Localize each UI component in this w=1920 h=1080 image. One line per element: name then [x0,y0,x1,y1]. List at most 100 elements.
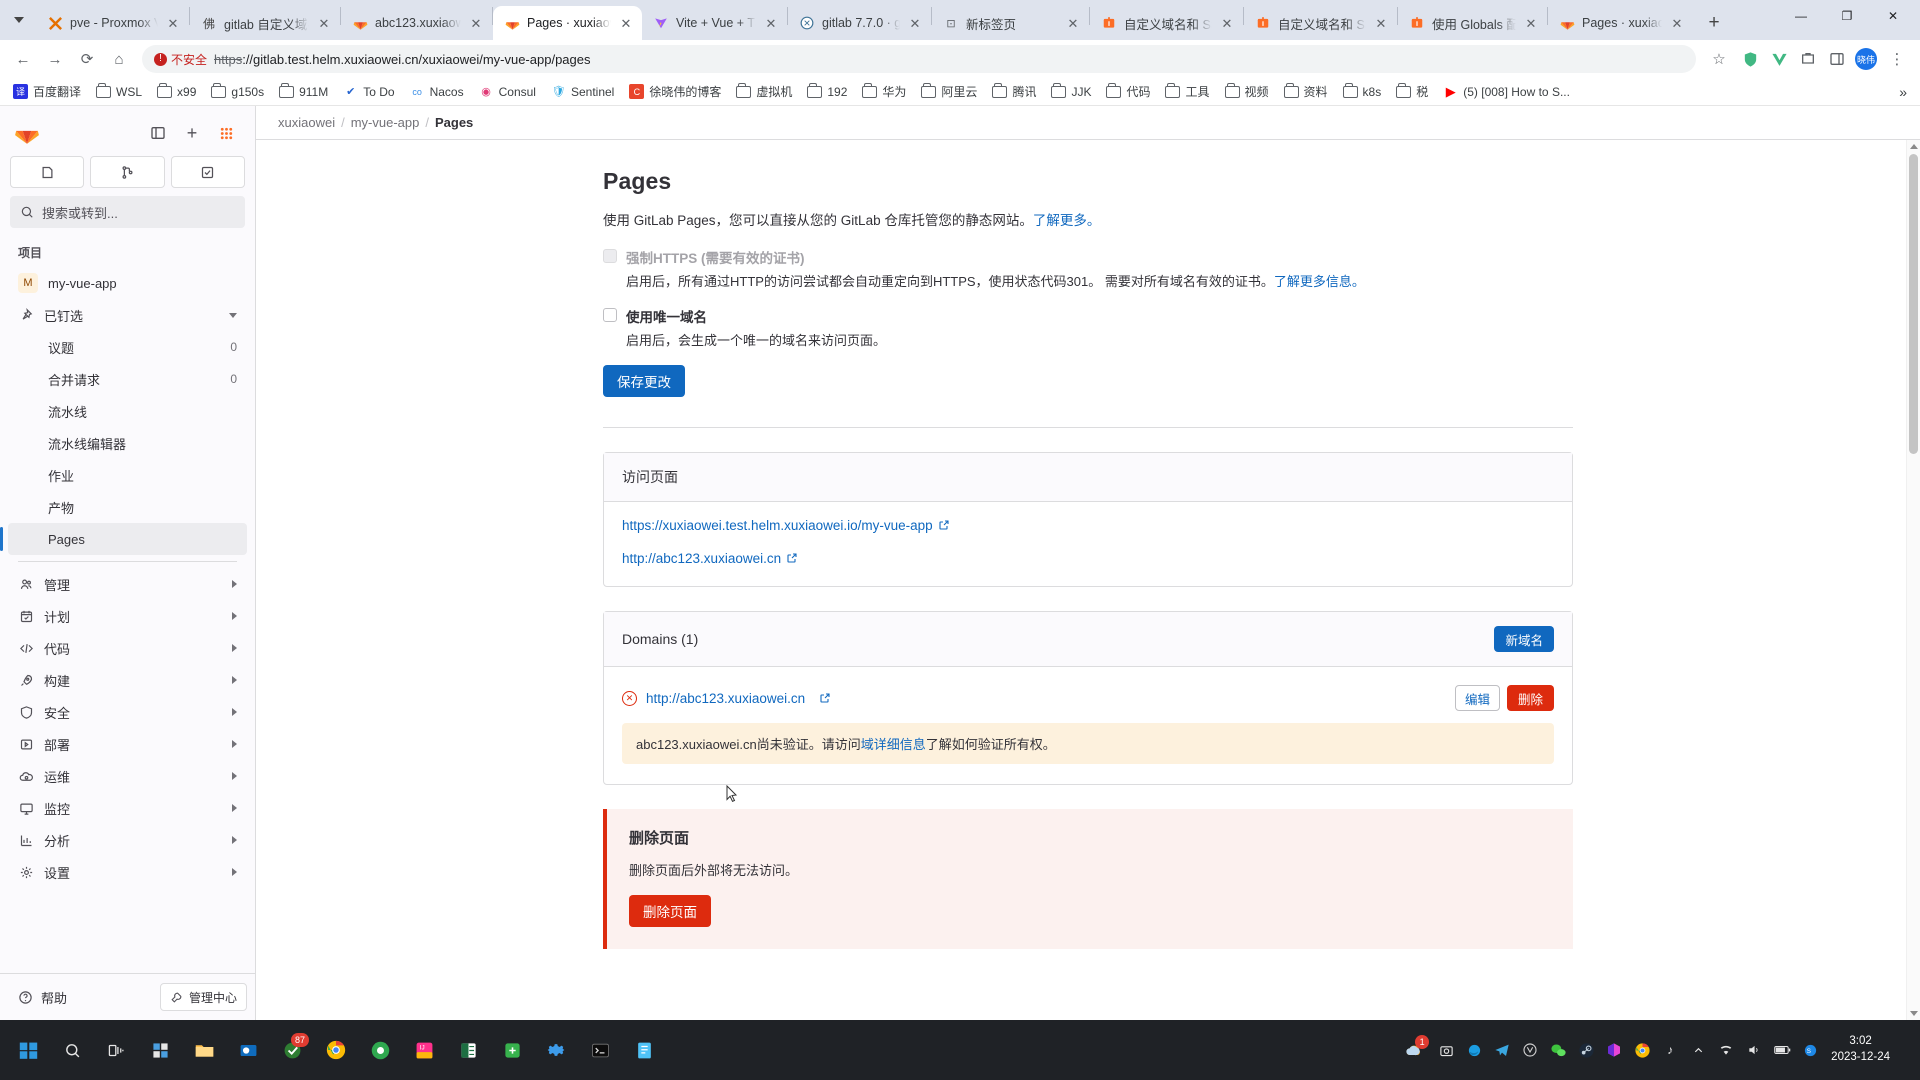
gitlab-logo[interactable] [14,120,40,146]
learn-more-link[interactable]: 了解更多。 [1033,213,1101,228]
bookmark-item[interactable]: g150s [204,81,271,102]
bookmark-item[interactable]: 资料 [1277,80,1335,103]
help-button[interactable]: 帮助 [8,982,77,1012]
sidebar-item-operations[interactable]: 运维 [8,760,247,792]
sidebar-item-jobs[interactable]: 作业 [8,459,247,491]
browser-tab[interactable]: Pages · xuxiaowei ✕ [1548,6,1693,40]
chevron-up-tray[interactable] [1685,1037,1711,1063]
browser-tab[interactable]: 自定义域名和 SSL/TLS 证书 ✕ [1090,6,1243,40]
bookmark-star-button[interactable]: ☆ [1704,44,1734,74]
sidepanel-icon[interactable] [1824,46,1850,72]
chrome-tray[interactable] [1629,1037,1655,1063]
close-icon[interactable]: ✕ [1669,15,1685,31]
edge-dev-tray[interactable] [1461,1037,1487,1063]
sidebar-item-artifacts[interactable]: 产物 [8,491,247,523]
chrome-button[interactable] [314,1027,358,1073]
bookmark-item[interactable]: 🛡Sentinel [544,81,621,102]
sidebar-item-pipelines[interactable]: 流水线 [8,395,247,427]
close-icon[interactable]: ✕ [1219,15,1235,31]
browser-tab-active[interactable]: Pages · xuxiaowei / my-vue-app ✕ [493,6,642,40]
scroll-up-icon[interactable] [1910,144,1918,149]
bookmark-item[interactable]: 工具 [1158,80,1216,103]
bookmark-item[interactable]: 代码 [1099,80,1157,103]
bookmark-item[interactable]: ▶(5) [008] How to S... [1436,81,1577,102]
address-bar[interactable]: ! 不安全 https://gitlab.test.helm.xuxiaowei… [142,45,1696,73]
terminal-button[interactable] [578,1027,622,1073]
issues-quicklink[interactable] [10,156,84,188]
close-icon[interactable]: ✕ [618,15,634,31]
bookmark-item[interactable]: x99 [150,81,203,102]
settings-button[interactable] [534,1027,578,1073]
browser-tab[interactable]: 佛 gitlab 自定义域名 ✕ [190,6,340,40]
todos-quicklink[interactable] [171,156,245,188]
steam-tray[interactable] [1573,1037,1599,1063]
close-icon[interactable]: ✕ [763,15,779,31]
close-icon[interactable]: ✕ [316,15,332,31]
domain-edit-button[interactable]: 编辑 [1455,685,1500,711]
bookmark-item[interactable]: k8s [1336,81,1389,102]
sidebar-item-issues[interactable]: 议题 0 [8,331,247,363]
bookmark-item[interactable]: 911M [272,81,335,102]
bookmark-item[interactable]: 阿里云 [914,80,984,103]
bookmarks-overflow-button[interactable]: » [1892,84,1914,100]
battery-tray[interactable] [1769,1037,1795,1063]
explorer-button[interactable] [182,1027,226,1073]
screenshot-tray[interactable] [1433,1037,1459,1063]
bookmark-item[interactable]: 腾讯 [985,80,1043,103]
close-icon[interactable]: ✕ [468,15,484,31]
bookmark-item[interactable]: JJK [1044,81,1098,102]
profile-avatar[interactable]: 晓伟 [1853,46,1879,72]
tab-search-button[interactable] [2,0,36,40]
onedrive-tray[interactable]: 1 [1397,1027,1431,1073]
merge-requests-quicklink[interactable] [90,156,164,188]
bookmark-item[interactable]: 税 [1389,80,1435,103]
sidebar-item-merge-requests[interactable]: 合并请求 0 [8,363,247,395]
music-tray[interactable]: ♪ [1657,1037,1683,1063]
telegram-tray[interactable] [1489,1037,1515,1063]
search-button[interactable] [50,1027,94,1073]
sidebar-item-deploy[interactable]: 部署 [8,728,247,760]
vue-extension-icon[interactable] [1766,46,1792,72]
force-https-checkbox[interactable] [603,249,617,263]
breadcrumb-item-project[interactable]: my-vue-app [351,115,420,130]
bookmark-item[interactable]: 虚拟机 [729,80,799,103]
back-button[interactable]: ← [8,44,38,74]
sidebar-item-security[interactable]: 安全 [8,696,247,728]
extensions-icon[interactable] [1795,46,1821,72]
task-view-button[interactable] [94,1027,138,1073]
idea-button[interactable]: IJ [402,1027,446,1073]
browser-tab[interactable]: 自定义域名和 SSL/TLS 证书 ✕ [1244,6,1397,40]
scroll-down-icon[interactable] [1910,1011,1918,1016]
app-button[interactable] [490,1027,534,1073]
browser-tab[interactable]: gitlab 7.7.0 · gitlab ✕ [788,6,931,40]
bookmark-item[interactable]: 华为 [855,80,913,103]
sidebar-item-monitor[interactable]: 监控 [8,792,247,824]
browser-tab[interactable]: abc123.xuxiaowei.cn ✕ [341,6,492,40]
start-button[interactable] [6,1027,50,1073]
wechat-tray[interactable] [1545,1037,1571,1063]
forward-button[interactable]: → [40,44,70,74]
breadcrumb-item-group[interactable]: xuxiaowei [278,115,335,130]
v2ray-tray[interactable] [1517,1037,1543,1063]
widgets-button[interactable] [138,1027,182,1073]
search-input[interactable]: 搜索或转到... [10,196,245,228]
sidebar-item-code[interactable]: 代码 [8,632,247,664]
notification-center-button[interactable] [1902,1020,1910,1080]
bookmark-item[interactable]: coNacos [403,81,471,102]
volume-tray[interactable] [1741,1037,1767,1063]
excel-button[interactable] [446,1027,490,1073]
sidebar-item-pages[interactable]: Pages [8,523,247,555]
unique-domain-checkbox[interactable] [603,308,617,322]
sidebar-item-project[interactable]: M my-vue-app [8,267,247,299]
notepad-button[interactable] [622,1027,666,1073]
domain-url-link[interactable]: http://abc123.xuxiaowei.cn [646,691,805,706]
browser-tab[interactable]: ⊡ 新标签页 ✕ [932,6,1089,40]
close-icon[interactable]: ✕ [1523,15,1539,31]
browser-tab[interactable]: 使用 Globals 配置 ✕ [1398,6,1547,40]
plus-icon[interactable]: + [177,118,207,148]
new-tab-button[interactable]: + [1699,8,1729,38]
ime-tray[interactable]: S [1797,1037,1823,1063]
grid-icon[interactable] [211,118,241,148]
close-icon[interactable]: ✕ [1373,15,1389,31]
browser-tab[interactable]: pve - Proxmox Virtual Environment ✕ [36,6,189,40]
